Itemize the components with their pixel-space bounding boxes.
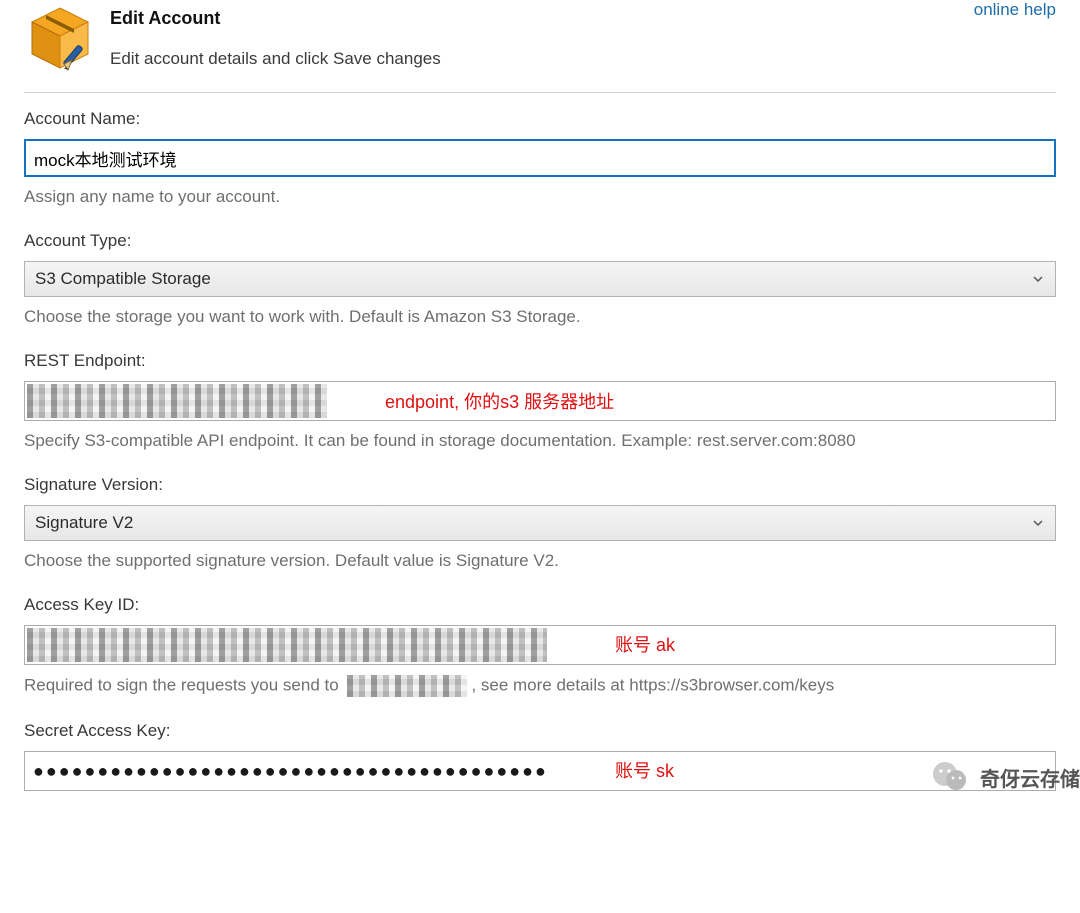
online-help-link[interactable]: online help: [974, 0, 1056, 20]
endpoint-help: Specify S3-compatible API endpoint. It c…: [24, 431, 1056, 451]
endpoint-label: REST Endpoint:: [24, 351, 1056, 371]
endpoint-input[interactable]: endpoint, 你的s3 服务器地址: [24, 381, 1056, 421]
signature-select[interactable]: Signature V2: [24, 505, 1056, 541]
account-type-help: Choose the storage you want to work with…: [24, 307, 1056, 327]
access-key-redacted: [27, 628, 547, 662]
watermark: 奇伢云存储: [930, 757, 1080, 797]
secret-key-annotation: 账号 sk: [615, 757, 674, 783]
chevron-down-icon: [1031, 516, 1045, 530]
header-separator: [24, 92, 1056, 93]
endpoint-redacted: [27, 384, 327, 418]
endpoint-annotation: endpoint, 你的s3 服务器地址: [385, 388, 614, 414]
account-edit-icon: [24, 2, 110, 74]
dialog-subtitle: Edit account details and click Save chan…: [110, 49, 1056, 69]
secret-key-masked: ●●●●●●●●●●●●●●●●●●●●●●●●●●●●●●●●●●●●●●●●: [33, 761, 548, 782]
account-name-help: Assign any name to your account.: [24, 187, 1056, 207]
dialog-header: Edit Account Edit account details and cl…: [24, 0, 1056, 74]
access-key-help: Required to sign the requests you send t…: [24, 675, 1056, 697]
secret-key-input[interactable]: ●●●●●●●●●●●●●●●●●●●●●●●●●●●●●●●●●●●●●●●●…: [24, 751, 1056, 791]
account-name-input[interactable]: [24, 139, 1056, 177]
signature-value: Signature V2: [35, 513, 133, 533]
dialog-title: Edit Account: [110, 8, 1056, 29]
account-name-label: Account Name:: [24, 109, 1056, 129]
wechat-icon: [930, 757, 970, 797]
account-type-label: Account Type:: [24, 231, 1056, 251]
account-type-select[interactable]: S3 Compatible Storage: [24, 261, 1056, 297]
signature-label: Signature Version:: [24, 475, 1056, 495]
access-key-annotation: 账号 ak: [615, 631, 675, 657]
watermark-text: 奇伢云存储: [980, 763, 1080, 792]
access-key-help-redacted: [347, 675, 467, 697]
signature-help: Choose the supported signature version. …: [24, 551, 1056, 571]
access-key-label: Access Key ID:: [24, 595, 1056, 615]
secret-key-label: Secret Access Key:: [24, 721, 1056, 741]
account-type-value: S3 Compatible Storage: [35, 269, 211, 289]
chevron-down-icon: [1031, 272, 1045, 286]
access-key-input[interactable]: 账号 ak: [24, 625, 1056, 665]
